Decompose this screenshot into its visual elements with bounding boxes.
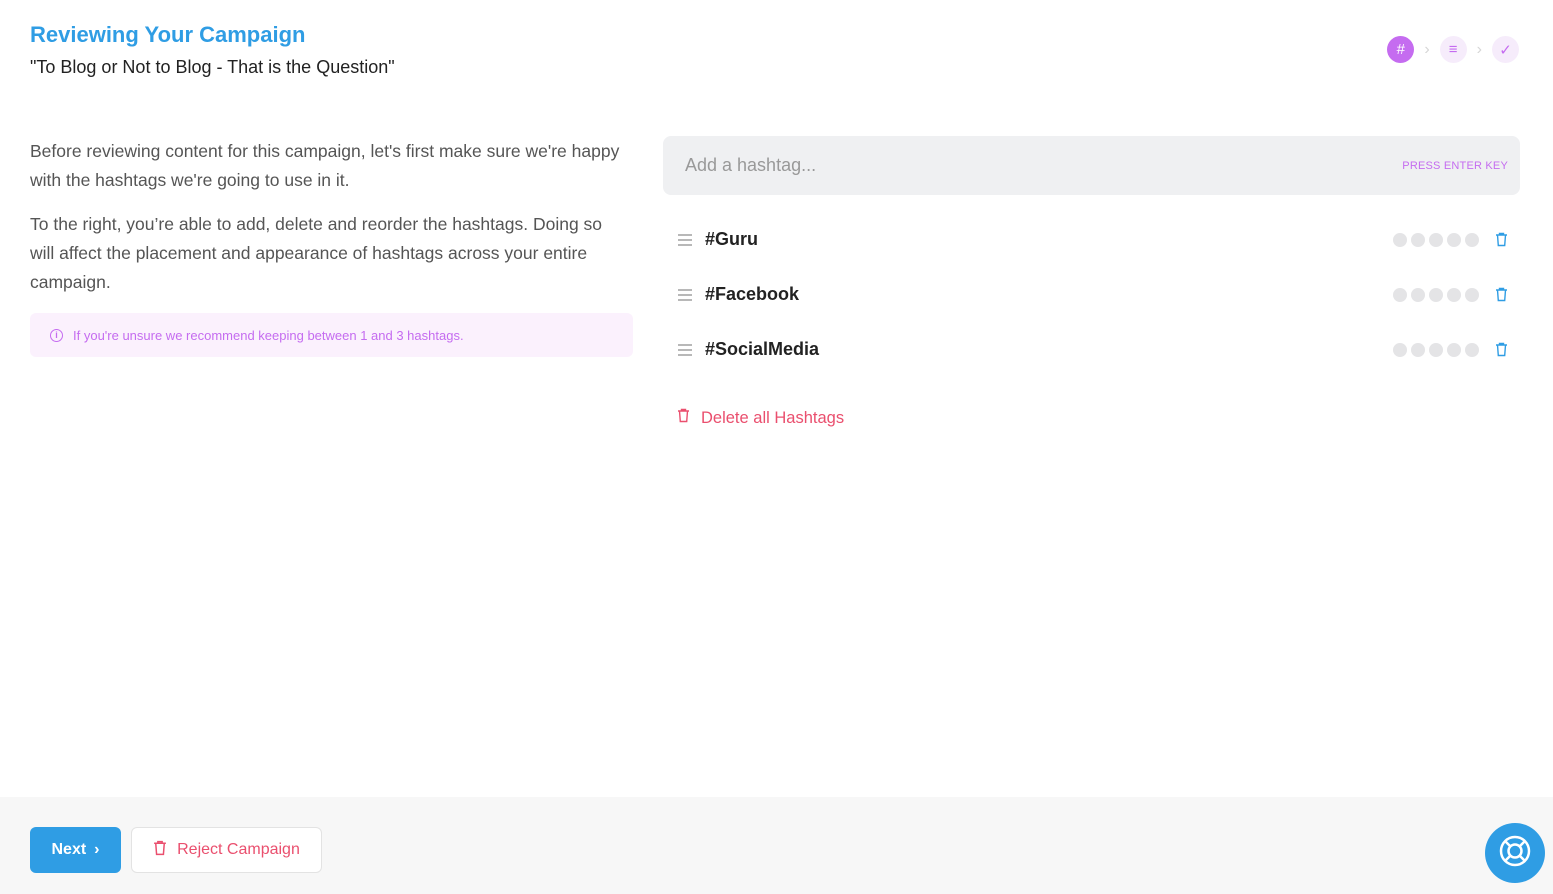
progress-stepper: # › ≡ › ✓ <box>1387 36 1519 63</box>
rating-dot[interactable] <box>1447 342 1461 357</box>
intro-paragraph: Before reviewing content for this campai… <box>30 141 620 190</box>
intro-paragraph: To the right, you’re able to add, delete… <box>30 214 603 292</box>
rating-dot[interactable] <box>1393 342 1407 357</box>
hashtag-name: #Facebook <box>705 284 800 304</box>
hashtag-input-container: PRESS ENTER KEY <box>663 136 1520 195</box>
step-confirm[interactable]: ✓ <box>1492 36 1519 63</box>
help-button[interactable] <box>1485 823 1545 883</box>
step-hashtags[interactable]: # <box>1387 36 1415 63</box>
rating-dot[interactable] <box>1465 287 1479 302</box>
tip-text: If you're unsure we recommend keeping be… <box>73 327 464 343</box>
hashtag-icon: # <box>1396 41 1406 58</box>
step-content[interactable]: ≡ <box>1439 36 1467 63</box>
rating-dot[interactable] <box>1429 287 1443 302</box>
hashtag-rating[interactable] <box>1393 287 1479 302</box>
intro-text: Before reviewing content for this campai… <box>30 137 630 297</box>
delete-all-hashtags-button[interactable]: Delete all Hashtags <box>677 408 844 428</box>
rating-dot[interactable] <box>1465 342 1479 357</box>
hashtag-row[interactable]: #Guru <box>663 212 1520 267</box>
rating-dot[interactable] <box>1447 287 1461 302</box>
hashtag-rating[interactable] <box>1393 232 1479 247</box>
rating-dot[interactable] <box>1411 287 1425 302</box>
campaign-name: "To Blog or Not to Blog - That is the Qu… <box>30 57 395 77</box>
rating-dot[interactable] <box>1465 232 1479 247</box>
rating-dot[interactable] <box>1447 232 1461 247</box>
drag-handle-icon[interactable] <box>678 343 692 356</box>
rating-dot[interactable] <box>1393 287 1407 302</box>
drag-handle-icon[interactable] <box>678 233 692 246</box>
reject-campaign-button[interactable]: Reject Campaign <box>131 827 322 873</box>
rating-dot[interactable] <box>1429 342 1443 357</box>
chevron-right-icon: › <box>1476 40 1482 58</box>
lifebuoy-icon <box>1498 834 1532 873</box>
trash-icon[interactable] <box>1495 287 1508 302</box>
chevron-right-icon: › <box>94 841 100 858</box>
hashtag-row[interactable]: #SocialMedia <box>663 322 1520 377</box>
next-button[interactable]: Next › <box>30 827 121 873</box>
content-lines-icon: ≡ <box>1448 41 1458 58</box>
drag-handle-icon[interactable] <box>678 288 692 301</box>
trash-icon[interactable] <box>1495 342 1508 357</box>
page-title: Reviewing Your Campaign <box>30 22 306 47</box>
hashtag-input[interactable] <box>685 155 1285 176</box>
rating-dot[interactable] <box>1429 232 1443 247</box>
trash-icon[interactable] <box>1495 232 1508 247</box>
next-label: Next <box>51 841 87 858</box>
info-icon: i <box>50 328 63 342</box>
delete-all-label: Delete all Hashtags <box>701 408 845 427</box>
tip-banner: i If you're unsure we recommend keeping … <box>30 313 633 357</box>
chevron-right-icon: › <box>1424 40 1430 58</box>
enter-key-hint: PRESS ENTER KEY <box>1402 159 1508 172</box>
hashtag-row[interactable]: #Facebook <box>663 267 1520 322</box>
reject-label: Reject Campaign <box>177 841 300 858</box>
hashtag-name: #Guru <box>705 229 759 249</box>
rating-dot[interactable] <box>1411 232 1425 247</box>
rating-dot[interactable] <box>1393 232 1407 247</box>
rating-dot[interactable] <box>1411 342 1425 357</box>
trash-icon <box>153 840 167 861</box>
trash-icon <box>677 408 690 428</box>
hashtag-name: #SocialMedia <box>705 339 820 359</box>
hashtag-list: #Guru #Facebook #SocialMedia <box>663 212 1520 377</box>
checkmark-icon: ✓ <box>1499 41 1512 59</box>
hashtag-rating[interactable] <box>1393 342 1479 357</box>
